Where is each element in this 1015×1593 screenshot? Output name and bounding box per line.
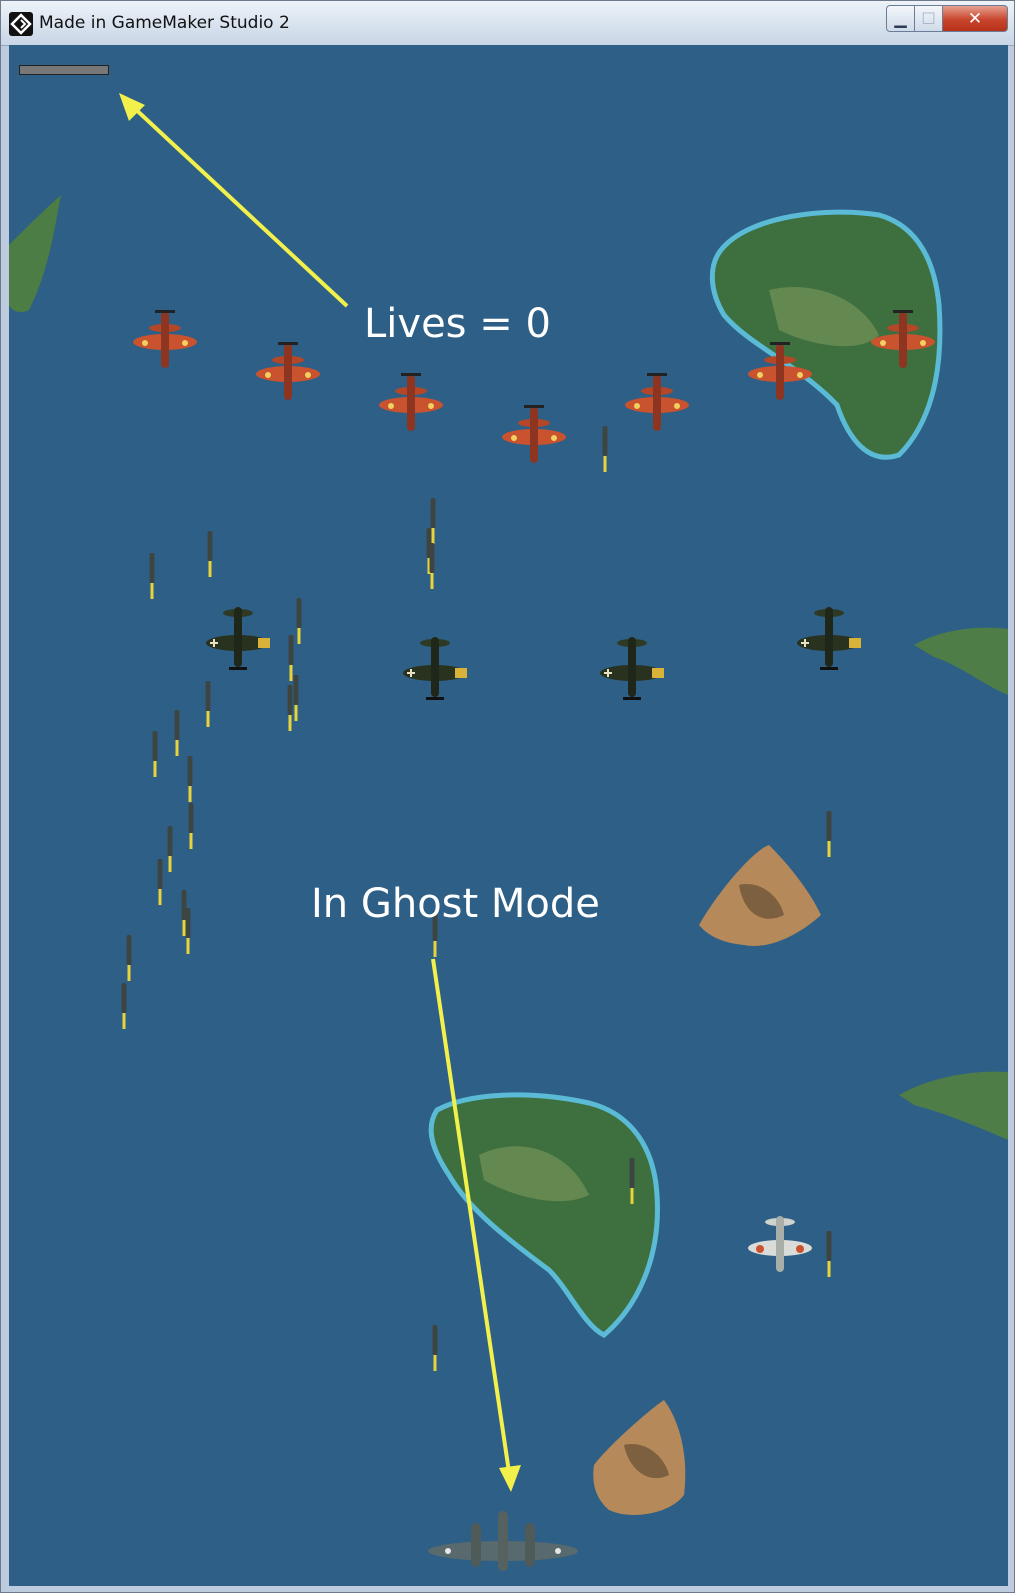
island-brown-bottom [593, 1400, 686, 1515]
enemy-plane-red [625, 373, 689, 431]
bullet [157, 859, 163, 905]
enemy-plane-red [379, 373, 443, 431]
bullet [121, 983, 127, 1029]
bullet [185, 908, 191, 954]
maximize-button[interactable]: ☐ [915, 5, 943, 32]
bullet [288, 635, 294, 681]
bullet [432, 1325, 438, 1371]
close-icon: ✕ [967, 8, 983, 29]
bullet [429, 543, 435, 589]
island-right-lower [899, 1071, 1008, 1140]
bullet [167, 826, 173, 872]
gamemaker-icon [9, 12, 33, 36]
window-title: Made in GameMaker Studio 2 [39, 13, 290, 33]
game-scene [9, 93, 1008, 1571]
minimize-button[interactable]: ▁ [886, 5, 915, 32]
island-right-middle [914, 627, 1008, 695]
lives-annotation: Lives = 0 [364, 301, 551, 347]
bullet [188, 803, 194, 849]
window-controls: ▁ ☐ ✕ [886, 5, 1008, 32]
ghost-mode-annotation: In Ghost Mode [311, 881, 600, 927]
lives-bar [19, 65, 109, 75]
enemy-plane-red [133, 310, 197, 368]
enemy-plane-dark [402, 636, 468, 701]
enemy-plane-red [502, 405, 566, 463]
bullet [287, 685, 293, 731]
minimize-icon: ▁ [894, 9, 907, 28]
enemy-plane-dark [599, 636, 665, 701]
bullet [149, 553, 155, 599]
close-button[interactable]: ✕ [943, 5, 1008, 32]
island-brown-middle [699, 845, 821, 946]
bullet [207, 531, 213, 577]
bullet [602, 426, 608, 472]
game-window: Made in GameMaker Studio 2 ▁ ☐ ✕ Lives =… [0, 0, 1015, 1593]
bullet [826, 1231, 832, 1277]
island-bottom-center [428, 1092, 660, 1338]
bullet [293, 675, 299, 721]
bullet [174, 710, 180, 756]
bullet [187, 756, 193, 802]
bullet [126, 935, 132, 981]
player-plane [428, 1511, 578, 1571]
game-canvas[interactable]: Lives = 0 In Ghost Mode [9, 45, 1008, 1586]
bullet [296, 598, 302, 644]
enemy-plane-dark [796, 606, 862, 671]
bullet [826, 811, 832, 857]
enemy-plane-red [256, 342, 320, 400]
bullet [152, 731, 158, 777]
enemy-plane-dark [205, 606, 271, 671]
title-bar[interactable]: Made in GameMaker Studio 2 ▁ ☐ ✕ [1, 1, 1014, 46]
bullet [205, 681, 211, 727]
enemy-plane-white [748, 1216, 812, 1272]
island-left-edge [9, 195, 61, 313]
lives-arrow [119, 93, 349, 308]
maximize-icon: ☐ [921, 9, 936, 28]
